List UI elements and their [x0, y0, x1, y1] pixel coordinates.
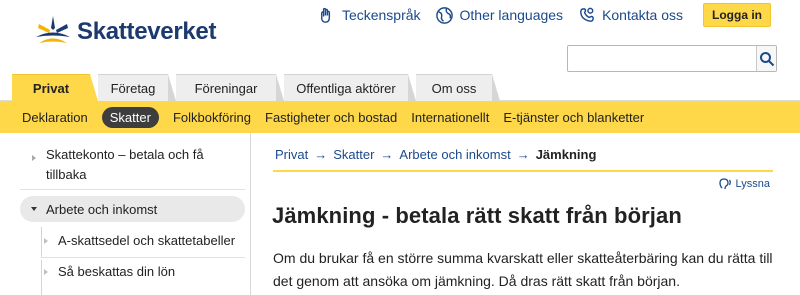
sign-language-icon [320, 7, 330, 23]
listen-button[interactable]: Lyssna [718, 177, 770, 191]
subnav-internationellt[interactable]: Internationellt [411, 110, 489, 125]
search-box [567, 45, 777, 72]
lead-paragraph: Om du brukar få en större summa kvarskat… [273, 250, 773, 289]
page-title: Jämkning - betala rätt skatt från början [272, 203, 682, 228]
breadcrumb-arbete-och-inkomst[interactable]: Arbete och inkomst [399, 147, 510, 162]
listen-label: Lyssna [735, 178, 770, 190]
globe-icon [435, 6, 453, 24]
tab-foretag[interactable]: Företag [98, 74, 168, 101]
caret-down-icon [31, 207, 37, 211]
tab-divider [90, 74, 98, 101]
skatteverket-logo[interactable]: Skatteverket [33, 12, 223, 52]
subnav-e-tjanster[interactable]: E-tjänster och blanketter [503, 110, 644, 125]
link-contact[interactable]: Kontakta oss [577, 6, 683, 25]
sidenav-subitem-a-skattsedel[interactable]: A-skattsedel och skattetabeller [20, 231, 245, 251]
contact-icon [580, 7, 594, 22]
sidenav-item-skattekonto[interactable]: Skattekonto – betala och få tillbaka [20, 145, 245, 185]
subnav-deklaration[interactable]: Deklaration [22, 110, 88, 125]
sidenav-item-arbete-och-inkomst[interactable]: Arbete och inkomst [20, 196, 245, 222]
sub-navigation: Deklaration Skatter Folkbokföring Fastig… [0, 101, 800, 133]
subnav-folkbokforing[interactable]: Folkbokföring [173, 110, 251, 125]
link-other-languages[interactable]: Other languages [435, 6, 564, 25]
sidenav-subitem-sa-beskattas[interactable]: Så beskattas din lön [20, 262, 245, 282]
link-sign-language-label: Teckenspråk [341, 7, 421, 23]
search-button[interactable] [756, 46, 776, 71]
breadcrumb-skatter[interactable]: Skatter [333, 147, 374, 162]
main-tabs: Privat Företag Föreningar Offentliga akt… [0, 74, 800, 101]
listen-icon [718, 178, 731, 190]
subnav-skatter[interactable]: Skatter [101, 106, 159, 128]
logo-icon [36, 16, 70, 43]
tab-om-oss[interactable]: Om oss [416, 74, 492, 101]
breadcrumb-privat[interactable]: Privat [275, 147, 308, 162]
tab-offentliga-aktorer[interactable]: Offentliga aktörer [284, 74, 408, 101]
breadcrumb: Privat → Skatter → Arbete och inkomst → … [275, 147, 596, 162]
arrow-right-icon: → [516, 147, 530, 162]
login-button[interactable]: Logga in [703, 3, 771, 27]
tab-divider [276, 74, 284, 101]
link-contact-label: Kontakta oss [602, 7, 683, 23]
arrow-right-icon: → [314, 147, 328, 162]
top-links: Teckenspråk Other languages Kontakta oss… [317, 3, 771, 27]
arrow-right-icon: → [380, 147, 394, 162]
search-input[interactable] [568, 46, 756, 71]
side-navigation: Skattekonto – betala och få tillbaka Arb… [0, 133, 251, 295]
subnav-fastigheter[interactable]: Fastigheter och bostad [265, 110, 397, 125]
tab-divider [408, 74, 416, 101]
divider [20, 189, 245, 190]
link-sign-language[interactable]: Teckenspråk [317, 6, 421, 25]
tab-divider [168, 74, 176, 101]
breadcrumb-current: Jämkning [535, 147, 597, 162]
tab-divider [492, 74, 500, 101]
sidenav-item-label: Arbete och inkomst [46, 201, 158, 217]
search-icon [759, 51, 774, 66]
logo-text: Skatteverket [77, 18, 217, 45]
link-other-languages-label: Other languages [459, 7, 564, 23]
tab-foreningar[interactable]: Föreningar [176, 74, 276, 101]
tab-privat[interactable]: Privat [12, 74, 90, 101]
divider [41, 257, 245, 258]
breadcrumb-underline [273, 170, 773, 172]
